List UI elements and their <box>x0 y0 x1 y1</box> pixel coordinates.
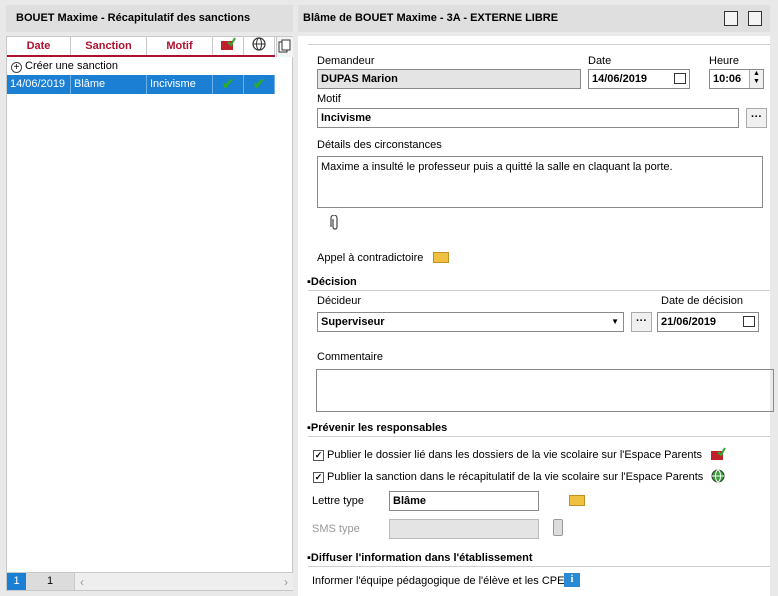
date-decision-value: 21/06/2019 <box>661 316 717 328</box>
sanctions-list-panel: Date Sanction Motif + Créer une sanction … <box>6 36 293 591</box>
informer-label: Informer l'équipe pédagogique de l'élève… <box>312 575 565 587</box>
motif-field[interactable]: Incivisme <box>317 108 739 128</box>
globe-icon <box>252 37 266 51</box>
details-label: Détails des circonstances <box>317 139 442 151</box>
envelope-icon[interactable] <box>569 495 586 506</box>
column-sanction[interactable]: Sanction <box>71 37 147 55</box>
divider <box>308 290 770 291</box>
decideur-more-button[interactable]: ··· <box>631 312 652 332</box>
lettre-label: Lettre type <box>312 495 364 507</box>
left-panel-title: BOUET Maxime - Récapitulatif des sanctio… <box>6 5 293 32</box>
motif-more-button[interactable]: ··· <box>746 108 767 128</box>
date-label: Date <box>588 55 612 67</box>
prevenir-section-label: Prévenir les responsables <box>310 422 448 434</box>
check-icon: ✔ <box>221 76 235 93</box>
list-header: Date Sanction Motif <box>7 37 275 57</box>
commentaire-label: Commentaire <box>317 351 384 363</box>
diffuser-section: ▪Diffuser l'information dans l'établisse… <box>307 552 533 564</box>
plus-icon: + <box>11 62 22 73</box>
column-motif[interactable]: Motif <box>147 37 213 55</box>
row-motif: Incivisme <box>147 75 213 94</box>
row-date: 14/06/2019 <box>7 75 71 94</box>
decideur-value: Superviseur <box>321 316 385 328</box>
table-row[interactable]: 14/06/2019 Blâme Incivisme ✔ ✔ <box>7 75 275 94</box>
publier-sanction-label: Publier la sanction dans le récapitulati… <box>327 471 704 483</box>
divider <box>308 436 770 437</box>
prevenir-section: ▪Prévenir les responsables <box>307 422 448 434</box>
demandeur-label: Demandeur <box>317 55 375 67</box>
calendar-icon[interactable] <box>743 316 755 327</box>
list-footer: 1 1 ‹ › <box>7 572 293 590</box>
column-motif-label: Motif <box>166 40 193 52</box>
column-web[interactable] <box>244 37 275 55</box>
page-current: 1 <box>26 573 75 590</box>
decision-section: ▪Décision <box>307 276 357 288</box>
check-icon: ✔ <box>252 76 266 93</box>
demandeur-field: DUPAS Marion <box>317 69 581 89</box>
scroll-right-icon[interactable]: › <box>279 575 293 589</box>
row-web-check: ✔ <box>244 75 275 94</box>
time-stepper[interactable]: ▲ ▼ <box>749 70 763 88</box>
heure-value: 10:06 <box>713 73 742 85</box>
person-icon[interactable] <box>724 11 738 26</box>
commentaire-textarea[interactable] <box>316 369 774 412</box>
calendar-icon[interactable] <box>674 73 686 84</box>
divider <box>308 566 770 567</box>
sanction-title: Blâme de BOUET Maxime - 3A - EXTERNE LIB… <box>303 12 559 24</box>
details-textarea[interactable]: Maxime a insulté le professeur puis a qu… <box>317 156 763 208</box>
decideur-label: Décideur <box>317 295 362 307</box>
copy-icon[interactable] <box>276 37 293 57</box>
column-dossier[interactable] <box>213 37 244 55</box>
lettre-field[interactable]: Blâme <box>389 491 539 511</box>
row-sanction: Blâme <box>71 75 147 94</box>
heure-field[interactable]: 10:06 ▲ ▼ <box>709 69 764 89</box>
date-decision-field[interactable]: 21/06/2019 <box>657 312 759 332</box>
print-icon[interactable] <box>748 11 762 26</box>
publier-dossier-label: Publier le dossier lié dans les dossiers… <box>327 449 703 461</box>
date-decision-label: Date de décision <box>661 295 743 307</box>
envelope-icon[interactable] <box>433 252 449 263</box>
scroll-left-icon[interactable]: ‹ <box>75 575 89 589</box>
paperclip-icon[interactable] <box>330 215 340 231</box>
sms-field <box>389 519 539 539</box>
sms-label: SMS type <box>312 523 360 535</box>
date-field[interactable]: 14/06/2019 <box>588 69 690 89</box>
date-value: 14/06/2019 <box>592 73 648 85</box>
info-icon[interactable]: i <box>564 573 580 587</box>
heure-label: Heure <box>709 55 739 67</box>
decideur-select[interactable]: Superviseur ▼ <box>317 312 624 332</box>
create-sanction-label: Créer une sanction <box>25 60 118 72</box>
diffuser-section-label: Diffuser l'information dans l'établissem… <box>310 552 533 564</box>
page-first-button[interactable]: 1 <box>7 573 26 590</box>
divider <box>308 44 770 45</box>
globe-icon <box>711 469 725 483</box>
row-dossier-check: ✔ <box>213 75 244 94</box>
create-sanction-button[interactable]: + Créer une sanction <box>7 58 275 74</box>
publier-sanction-checkbox[interactable]: ✓ <box>313 472 324 483</box>
publier-dossier-checkbox[interactable]: ✓ <box>313 450 324 461</box>
appel-label: Appel à contradictoire <box>317 252 424 264</box>
folder-check-icon <box>711 447 726 460</box>
folder-check-icon <box>221 37 236 50</box>
sanction-detail-panel: Demandeur DUPAS Marion Date 14/06/2019 H… <box>298 36 774 596</box>
column-date-label: Date <box>26 40 51 52</box>
column-sanction-label: Sanction <box>85 40 132 52</box>
right-panel-title: Blâme de BOUET Maxime - 3A - EXTERNE LIB… <box>298 5 770 32</box>
column-date[interactable]: Date <box>7 37 71 55</box>
chevron-down-icon: ▼ <box>611 317 619 326</box>
phone-icon <box>553 519 563 536</box>
decision-section-label: Décision <box>310 276 357 288</box>
motif-label: Motif <box>317 93 341 105</box>
